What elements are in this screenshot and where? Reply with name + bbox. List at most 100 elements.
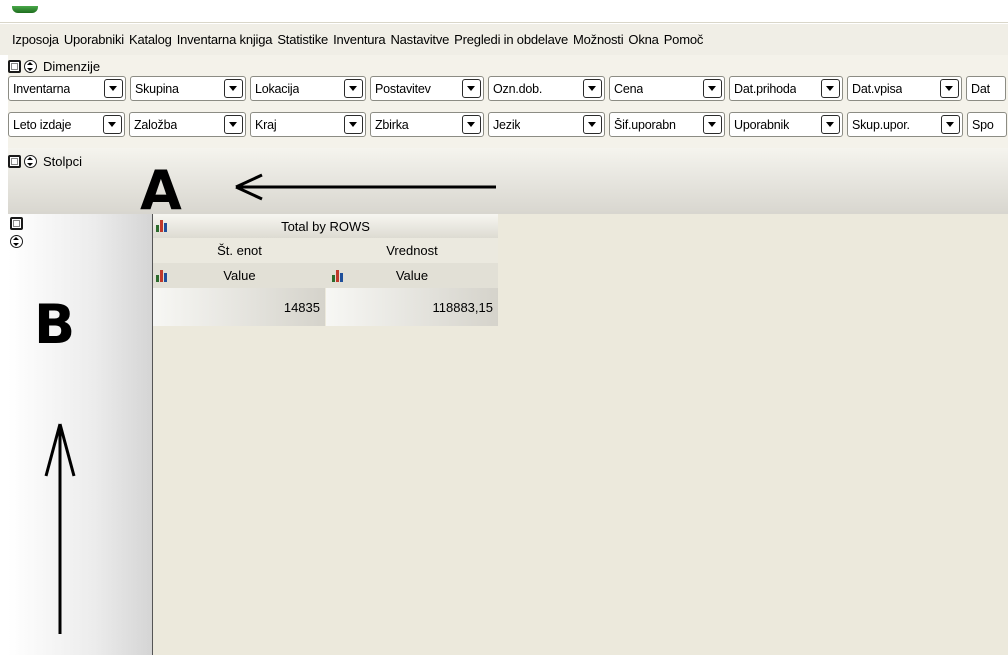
field-label: Ozn.dob.: [493, 81, 543, 96]
chevron-down-icon[interactable]: [703, 79, 722, 98]
measure-header[interactable]: Vrednost: [326, 238, 498, 263]
dimension-field[interactable]: Uporabnik: [729, 112, 843, 137]
chevron-down-icon[interactable]: [583, 115, 602, 134]
dimension-field[interactable]: Kraj: [250, 112, 366, 137]
dimension-field[interactable]: Leto izdaje: [8, 112, 125, 137]
menu-bar: Izposoja Uporabniki Katalog Inventarna k…: [0, 24, 1008, 55]
divider: [0, 22, 1008, 23]
pivot-title: Total by ROWS: [281, 218, 370, 234]
field-label: Kraj: [255, 117, 277, 132]
app-icon: [12, 6, 38, 13]
square-toggle-icon[interactable]: [8, 154, 21, 168]
chevron-down-icon[interactable]: [104, 79, 123, 98]
dimension-field[interactable]: Lokacija: [250, 76, 366, 101]
field-label: Šif.uporabn: [614, 117, 676, 132]
field-label: Spo: [972, 117, 994, 132]
pivot-area: Total by ROWS Št. enot Vrednost Value Va…: [153, 214, 1008, 655]
measure-header[interactable]: Št. enot: [153, 238, 326, 263]
menu-inventarna-knjiga[interactable]: Inventarna knjiga: [177, 32, 273, 47]
chevron-down-icon[interactable]: [941, 115, 960, 134]
menu-moznosti[interactable]: Možnosti: [573, 32, 624, 47]
rows-panel: B: [8, 214, 152, 655]
pivot-title-cell: Total by ROWS: [153, 214, 498, 238]
square-toggle-icon[interactable]: [8, 59, 21, 73]
dimension-field[interactable]: Skupina: [130, 76, 246, 101]
dimension-field[interactable]: Inventarna: [8, 76, 126, 101]
field-label: Cena: [614, 81, 644, 96]
cell-value: 14835: [283, 299, 320, 315]
field-label: Založba: [134, 117, 178, 132]
chevron-down-icon[interactable]: [224, 115, 243, 134]
value-header[interactable]: Value: [326, 263, 498, 288]
dimension-field[interactable]: Spo: [967, 112, 1007, 137]
data-cell[interactable]: 14835: [153, 288, 325, 326]
dimension-field[interactable]: Dat.vpisa: [847, 76, 962, 101]
field-label: Skupina: [135, 81, 179, 96]
dimension-field[interactable]: Zbirka: [370, 112, 484, 137]
dimension-field[interactable]: Založba: [129, 112, 246, 137]
menu-pregledi-in-obdelave[interactable]: Pregledi in obdelave: [454, 32, 568, 47]
bar-chart-icon[interactable]: [156, 269, 168, 282]
chevron-down-icon[interactable]: [103, 115, 122, 134]
dimension-field[interactable]: Jezik: [488, 112, 605, 137]
dimensions-header: Dimenzije: [8, 57, 100, 75]
dimension-field[interactable]: Dat: [966, 76, 1006, 101]
field-label: Zbirka: [375, 117, 409, 132]
field-label: Leto izdaje: [13, 117, 72, 132]
menu-inventura[interactable]: Inventura: [333, 32, 386, 47]
arrow-up-annotation: [44, 423, 76, 634]
sort-toggle-icon[interactable]: [24, 154, 37, 168]
columns-header: Stolpci: [8, 152, 82, 170]
chevron-down-icon[interactable]: [224, 79, 243, 98]
bar-chart-icon[interactable]: [156, 219, 168, 232]
menu-pomoc[interactable]: Pomoč: [664, 32, 704, 47]
chevron-down-icon[interactable]: [821, 79, 840, 98]
field-label: Lokacija: [255, 81, 300, 96]
bar-chart-icon[interactable]: [332, 269, 344, 282]
chevron-down-icon[interactable]: [583, 79, 602, 98]
measure-label: Št. enot: [217, 243, 262, 258]
annotation-letter-b: B: [34, 293, 76, 356]
value-label: Value: [395, 268, 429, 283]
dimensions-panel: Dimenzije Inventarna Skupina Lokacija Po…: [8, 55, 1008, 148]
field-label: Postavitev: [375, 81, 431, 96]
field-label: Uporabnik: [734, 117, 790, 132]
menu-uporabniki[interactable]: Uporabniki: [64, 32, 124, 47]
dimension-field[interactable]: Ozn.dob.: [488, 76, 605, 101]
field-label: Dat.vpisa: [852, 81, 903, 96]
chevron-down-icon[interactable]: [462, 115, 481, 134]
measure-label: Vrednost: [386, 243, 438, 258]
dimension-field[interactable]: Cena: [609, 76, 725, 101]
title-strip: [0, 0, 1008, 24]
value-label: Value: [223, 268, 256, 283]
data-cell[interactable]: 118883,15: [326, 288, 498, 326]
chevron-down-icon[interactable]: [344, 115, 363, 134]
dimension-field[interactable]: Skup.upor.: [847, 112, 963, 137]
sort-toggle-icon[interactable]: [10, 235, 23, 248]
menu-izposoja[interactable]: Izposoja: [12, 32, 59, 47]
chevron-down-icon[interactable]: [462, 79, 481, 98]
cell-value: 118883,15: [432, 299, 494, 315]
menu-okna[interactable]: Okna: [628, 32, 658, 47]
chevron-down-icon[interactable]: [703, 115, 722, 134]
menu-statistike[interactable]: Statistike: [277, 32, 328, 47]
menu-katalog[interactable]: Katalog: [129, 32, 172, 47]
columns-panel: Stolpci A: [8, 148, 1008, 218]
dimensions-title: Dimenzije: [43, 58, 101, 74]
menu-nastavitve[interactable]: Nastavitve: [390, 32, 449, 47]
arrow-left-annotation: [235, 173, 496, 201]
dimension-field[interactable]: Dat.prihoda: [729, 76, 843, 101]
sort-toggle-icon[interactable]: [24, 59, 37, 73]
chevron-down-icon[interactable]: [940, 79, 959, 98]
chevron-down-icon[interactable]: [344, 79, 363, 98]
square-toggle-icon[interactable]: [10, 217, 23, 230]
field-label: Dat.prihoda: [734, 81, 797, 96]
dimension-field[interactable]: Šif.uporabn: [609, 112, 725, 137]
dimension-row-2: Leto izdaje Založba Kraj Zbirka Jezik Ši…: [8, 112, 1008, 139]
field-label: Inventarna: [13, 81, 71, 96]
value-header[interactable]: Value: [153, 263, 326, 288]
field-label: Skup.upor.: [852, 117, 910, 132]
chevron-down-icon[interactable]: [821, 115, 840, 134]
dimension-field[interactable]: Postavitev: [370, 76, 484, 101]
annotation-letter-a: A: [140, 159, 182, 222]
